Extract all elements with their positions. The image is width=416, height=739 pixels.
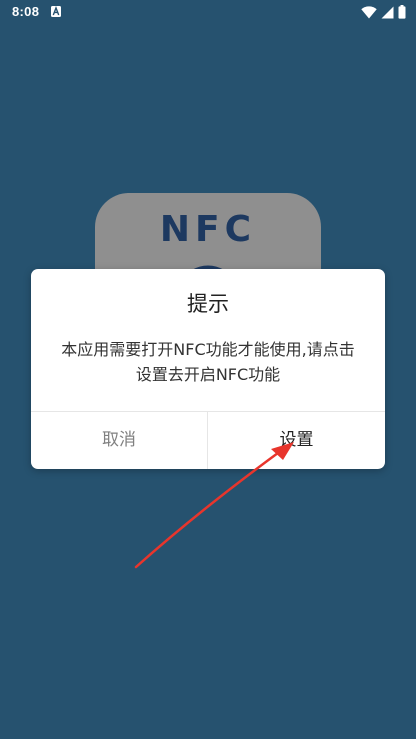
battery-icon bbox=[398, 5, 406, 19]
status-bar: 8:08 bbox=[0, 0, 416, 24]
logo-text: NFC bbox=[159, 209, 257, 250]
settings-button[interactable]: 设置 bbox=[208, 412, 385, 469]
cancel-button[interactable]: 取消 bbox=[31, 412, 207, 469]
dialog-message: 本应用需要打开NFC功能才能使用,请点击设置去开启NFC功能 bbox=[61, 340, 355, 384]
wifi-icon bbox=[361, 5, 377, 19]
status-icons bbox=[361, 5, 406, 19]
font-a-notification-icon bbox=[51, 6, 61, 17]
cellular-signal-icon bbox=[381, 6, 394, 18]
nfc-prompt-dialog: 提示 本应用需要打开NFC功能才能使用,请点击设置去开启NFC功能 取消 设置 bbox=[31, 269, 385, 469]
status-time: 8:08 bbox=[12, 4, 40, 19]
dialog-title: 提示 bbox=[187, 292, 229, 316]
